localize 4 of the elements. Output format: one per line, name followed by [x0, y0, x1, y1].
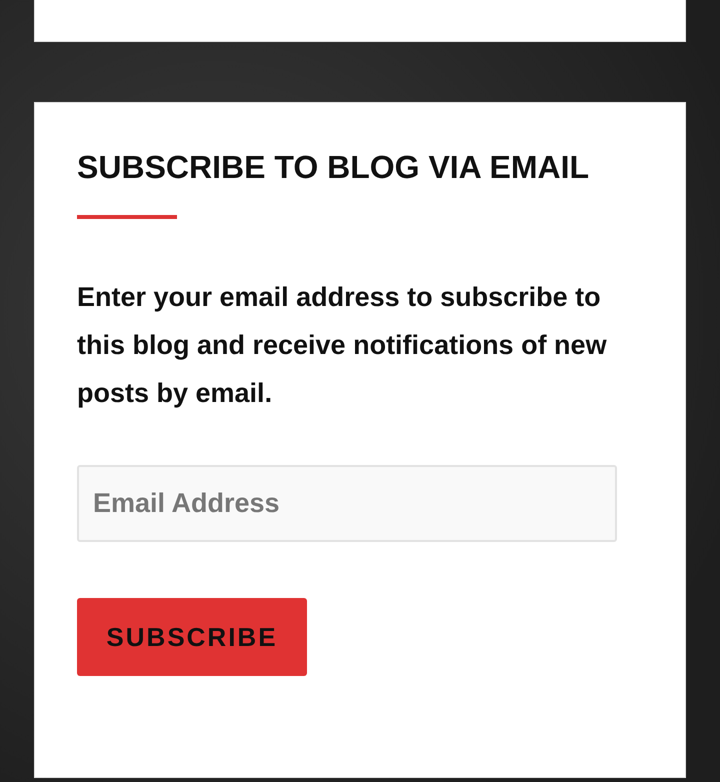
widget-description: Enter your email address to subscribe to this blog and receive notifications of new posts by email. [77, 281, 608, 410]
subscribe-button[interactable]: SUBSCRIBE [77, 598, 307, 676]
widget-title: SUBSCRIBE TO BLOG VIA EMAIL [77, 148, 590, 187]
email-field[interactable]: Email Address [77, 465, 617, 542]
